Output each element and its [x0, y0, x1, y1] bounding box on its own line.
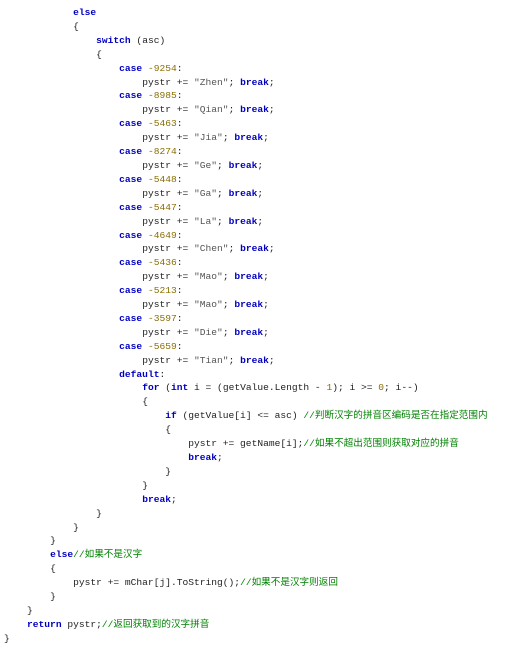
kw-switch: switch	[96, 35, 131, 46]
kw-if: if	[165, 410, 177, 421]
brace-close: }	[4, 633, 10, 644]
return-expr: pystr;	[67, 619, 102, 630]
if-cond: (getValue[i] <= asc)	[182, 410, 303, 421]
comment-if: //判断汉字的拼音区编码是否在指定范围内	[303, 410, 487, 421]
inner-assign: pystr += getName[i];	[188, 438, 303, 449]
comment-else: //如果不是汉字	[73, 549, 142, 560]
kw-return: return	[27, 619, 62, 630]
kw-else-2: else	[50, 549, 73, 560]
switch-expr: asc	[142, 35, 159, 46]
code-block: else { switch (asc) { case -9254: pystr …	[0, 0, 512, 652]
kw-for: for	[142, 382, 159, 393]
case-str: "Zhen"	[194, 77, 229, 88]
else-body: pystr += mChar[j].ToString();	[73, 577, 240, 588]
kw-default: default	[119, 369, 159, 380]
comment-inner: //如果不超出范围则获取对应的拼音	[303, 438, 458, 449]
comment-else-body: //如果不是汉字则返回	[240, 577, 338, 588]
comment-return: //返回获取到的汉字拼音	[102, 619, 209, 630]
kw-else: else	[73, 7, 96, 18]
case-num: -9254	[148, 63, 177, 74]
brace-open: {	[73, 21, 79, 32]
